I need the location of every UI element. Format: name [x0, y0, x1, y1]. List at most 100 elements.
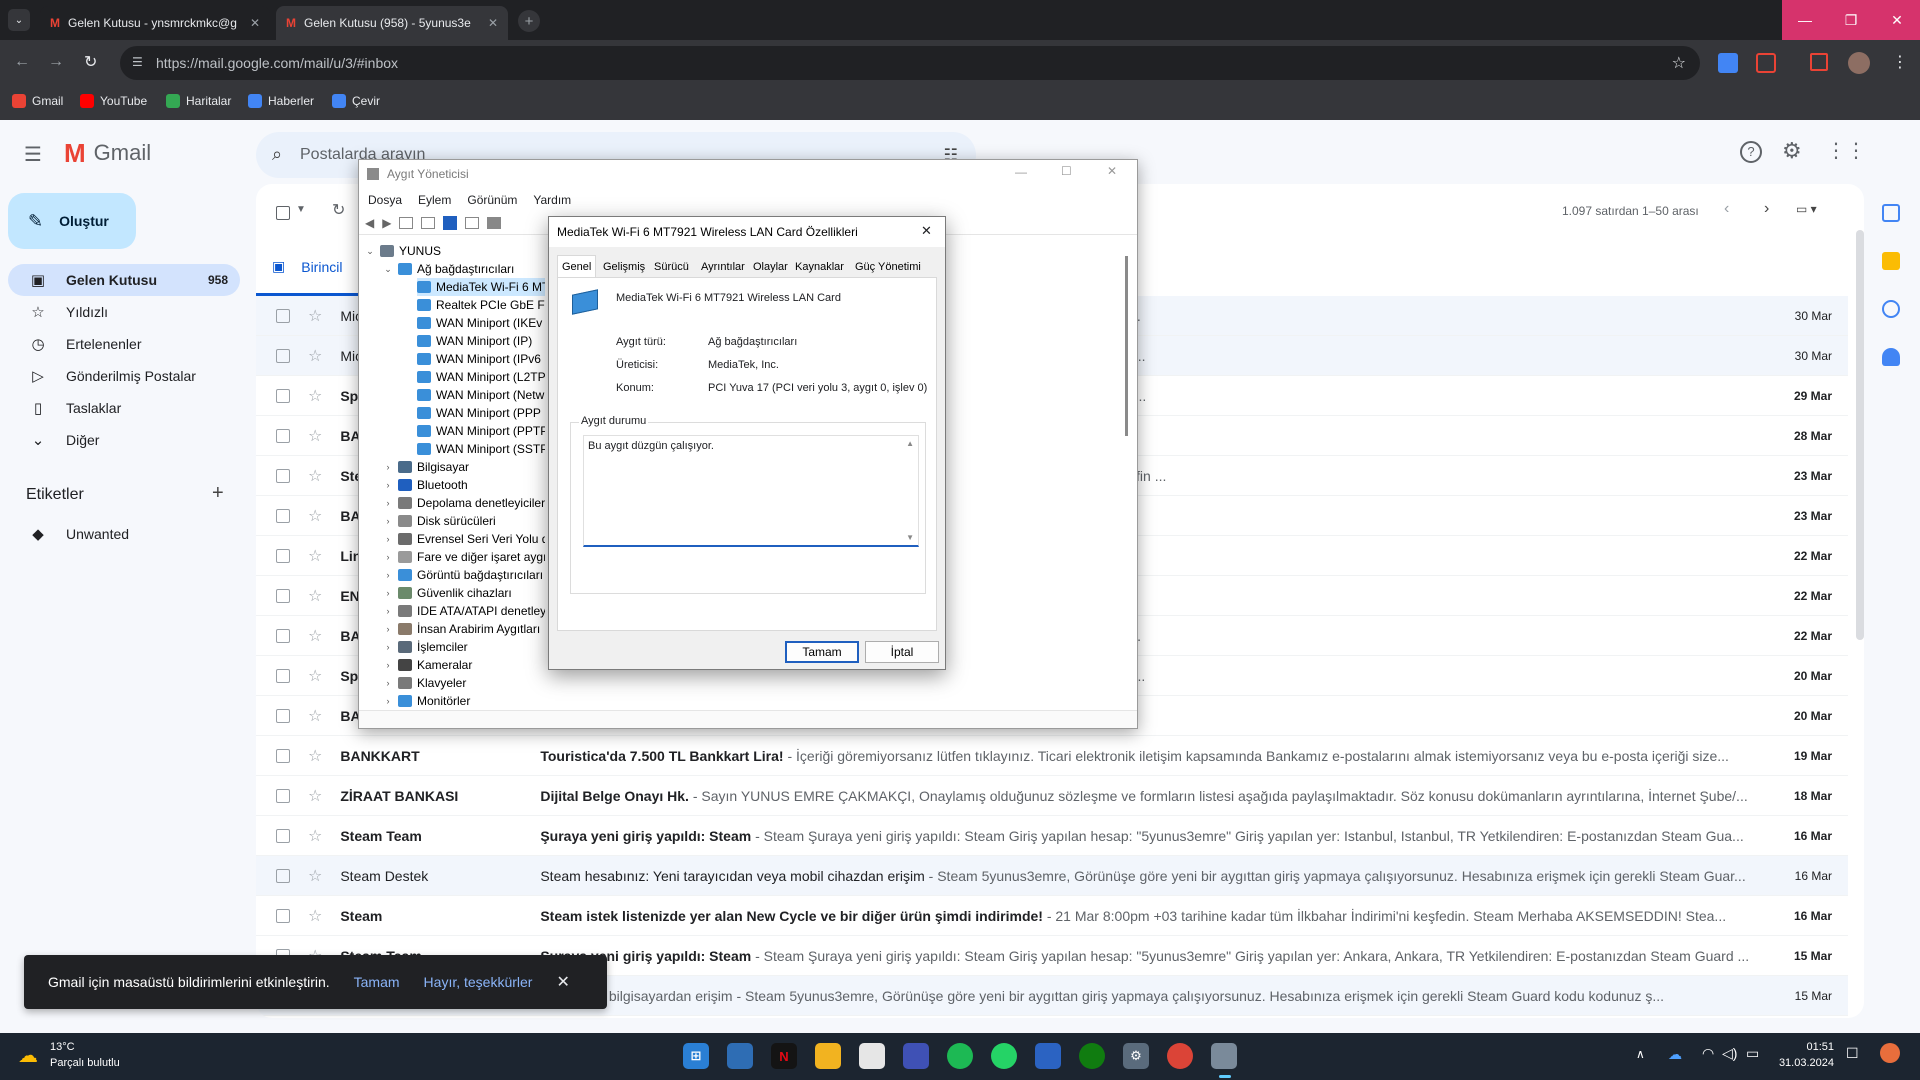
tree-category[interactable]: › Fare ve diğer işaret aygıt [383, 548, 546, 566]
back-icon[interactable]: ← [14, 53, 30, 71]
tree-category[interactable]: › İşlemciler [383, 638, 468, 656]
row-checkbox[interactable] [276, 708, 290, 723]
browser-tab-2[interactable]: M Gelen Kutusu (958) - 5yunus3e ✕ [276, 6, 508, 40]
menu-view[interactable]: Görünüm [467, 193, 517, 207]
tab-advanced[interactable]: Gelişmiş [599, 257, 649, 277]
sidebar-item-drafts[interactable]: ▯ Taslaklar [8, 392, 240, 424]
star-icon[interactable]: ☆ [308, 386, 322, 406]
notification-icon[interactable]: ☐ [1846, 1045, 1859, 1062]
row-checkbox[interactable] [276, 908, 290, 923]
email-row[interactable]: ☆ Steam Steam istek listenizde yer alan Ne… [256, 896, 1848, 936]
bookmark-translate[interactable]: Çevir [332, 94, 380, 108]
whatsapp-icon[interactable] [991, 1043, 1017, 1069]
row-checkbox[interactable] [276, 468, 290, 483]
row-checkbox[interactable] [276, 508, 290, 523]
tree-expander-icon[interactable]: › [383, 624, 393, 634]
row-checkbox[interactable] [276, 668, 290, 683]
star-icon[interactable]: ☆ [308, 666, 322, 686]
refresh-icon[interactable]: ↻ [332, 200, 345, 220]
address-bar[interactable]: ☰ https://mail.google.com/mail/u/3/#inbo… [120, 46, 1700, 80]
forward-arrow-icon[interactable]: ▶ [382, 216, 391, 230]
star-icon[interactable]: ☆ [308, 826, 322, 846]
copilot-icon[interactable] [1880, 1043, 1900, 1063]
star-icon[interactable]: ☆ [308, 546, 322, 566]
tree-device-network[interactable]: WAN Miniport (PPTP [417, 422, 545, 440]
sidebar-item-sent[interactable]: ▷ Gönderilmiş Postalar [8, 360, 240, 392]
star-icon[interactable]: ☆ [308, 906, 322, 926]
tree-expander-icon[interactable]: › [383, 696, 393, 706]
tasks-icon[interactable] [1882, 300, 1900, 318]
device-manager-taskbar-icon[interactable] [1211, 1043, 1237, 1069]
tab-close-icon[interactable]: ✕ [250, 16, 260, 30]
snackbar-no-button[interactable]: Hayır, teşekkürler [424, 974, 533, 990]
tree-category[interactable]: › Evrensel Seri Veri Yolu de [383, 530, 546, 548]
scrollbar-thumb[interactable] [1856, 230, 1864, 640]
row-checkbox[interactable] [276, 828, 290, 843]
star-icon[interactable]: ☆ [308, 866, 322, 886]
sidebar-item-starred[interactable]: ☆ Yıldızlı [8, 296, 240, 328]
tree-device-network[interactable]: WAN Miniport (IKEv [417, 314, 542, 332]
email-row[interactable]: ☆ Steam Destek Steam hesabınız: Yeni taray… [256, 856, 1848, 896]
media-player-icon[interactable] [1035, 1043, 1061, 1069]
close-window-button[interactable]: ✕ [1874, 0, 1920, 40]
row-checkbox[interactable] [276, 428, 290, 443]
tab-general[interactable]: Genel [557, 255, 597, 278]
star-icon[interactable]: ☆ [308, 466, 322, 486]
tree-device-network[interactable]: Realtek PCIe GbE Far [417, 296, 545, 314]
tree-device-network[interactable]: MediaTek Wi-Fi 6 MT [417, 278, 545, 296]
properties-toolbar-icon[interactable] [399, 216, 414, 229]
bookmark-youtube[interactable]: YouTube [80, 94, 147, 108]
row-checkbox[interactable] [276, 868, 290, 883]
calendar-icon[interactable] [1882, 204, 1900, 222]
browser-tab-1[interactable]: M Gelen Kutusu - ynsmrckmkc@g ✕ [40, 6, 270, 40]
row-checkbox[interactable] [276, 788, 290, 803]
tree-category[interactable]: › Klavyeler [383, 674, 467, 692]
tree-expander-icon[interactable]: › [383, 678, 393, 688]
input-tools-icon[interactable]: ▭ ▾ [1796, 202, 1817, 216]
tree-category[interactable]: › Disk sürücüleri [383, 512, 496, 530]
devmgr-close-icon[interactable]: ✕ [1107, 164, 1117, 178]
star-icon[interactable]: ☆ [308, 306, 322, 326]
forward-icon[interactable]: → [48, 53, 64, 71]
row-checkbox[interactable] [276, 748, 290, 763]
update-toolbar-icon[interactable] [421, 216, 436, 229]
sidebar-item-inbox[interactable]: ▣ Gelen Kutusu 958 [8, 264, 240, 296]
star-icon[interactable]: ☆ [308, 706, 322, 726]
new-tab-button[interactable]: + [518, 10, 540, 32]
clock-time[interactable]: 01:51 [1778, 1041, 1834, 1053]
file-explorer-icon[interactable] [815, 1043, 841, 1069]
devmgr-maximize-icon[interactable]: ☐ [1061, 164, 1072, 178]
minimize-button[interactable]: — [1782, 0, 1828, 40]
keep-icon[interactable] [1882, 252, 1900, 270]
apps-grid-icon[interactable]: ⋮⋮ [1826, 138, 1866, 163]
tree-category[interactable]: › Depolama denetleyicileri [383, 494, 546, 512]
prev-page-icon[interactable]: ‹ [1724, 200, 1729, 218]
email-row[interactable]: ☆ ZİRAAT BANKASI Dijital Belge Onayı Hk. -… [256, 776, 1848, 816]
tab-driver[interactable]: Sürücü [650, 257, 693, 277]
settings-app-icon[interactable]: ⚙ [1123, 1043, 1149, 1069]
row-checkbox[interactable] [276, 628, 290, 643]
textbox-scroll-up-icon[interactable]: ▲ [906, 439, 914, 448]
translate-icon[interactable] [1718, 53, 1738, 73]
side-panel-icon[interactable] [1810, 53, 1828, 71]
status-textbox[interactable]: Bu aygıt düzgün çalışıyor. ▲ ▼ [583, 435, 919, 547]
wifi-icon[interactable]: ◠ [1702, 1045, 1714, 1062]
tree-root-computer[interactable]: ⌄ YUNUS [365, 242, 441, 260]
app-icon[interactable] [903, 1043, 929, 1069]
restore-button[interactable]: ❐ [1828, 0, 1874, 40]
menu-file[interactable]: Dosya [368, 193, 402, 207]
select-dropdown-icon[interactable]: ▼ [296, 204, 306, 215]
tree-expander-icon[interactable]: › [383, 660, 393, 670]
row-checkbox[interactable] [276, 588, 290, 603]
row-checkbox[interactable] [276, 548, 290, 563]
tree-expander-icon[interactable]: › [383, 570, 393, 580]
star-icon[interactable]: ☆ [308, 586, 322, 606]
cancel-button[interactable]: İptal [865, 641, 939, 663]
snackbar-close-icon[interactable]: ✕ [556, 972, 569, 992]
tree-expander-icon[interactable]: › [383, 480, 393, 490]
tree-category[interactable]: › Bluetooth [383, 476, 468, 494]
device-toolbar-icon[interactable] [487, 216, 502, 229]
netflix-icon[interactable]: N [771, 1043, 797, 1069]
tree-category[interactable]: › İnsan Arabirim Aygıtları [383, 620, 541, 638]
tree-expander-icon[interactable]: › [383, 588, 393, 598]
